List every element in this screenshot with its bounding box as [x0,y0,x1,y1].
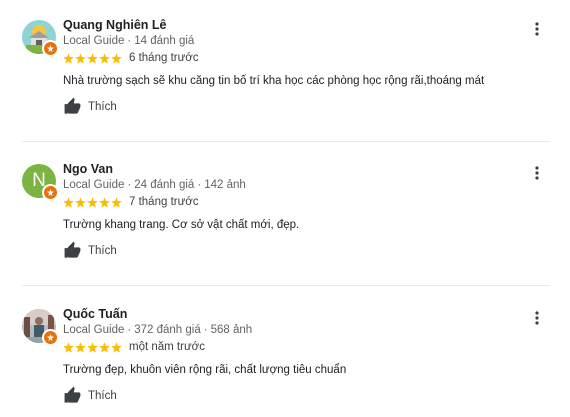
star-icon [75,196,86,208]
review-count: 372 đánh giá [134,324,201,336]
reviewer-meta: Local Guide · 14 đánh giá [63,35,195,47]
like-button[interactable]: Thích [63,97,117,116]
reviewer-name[interactable]: Ngo Van [63,162,113,176]
photo-count: 568 ảnh [210,324,253,336]
review-time: 7 tháng trước [129,196,199,208]
star-icon [87,52,98,64]
star-icon [111,341,122,353]
star-icon [87,341,98,353]
review-time: một năm trước [129,341,205,353]
star-rating [63,341,122,353]
review-text: Trường đẹp, khuôn viên rộng rãi, chất lư… [63,364,347,376]
review-text: Trường khang trang. Cơ sở vật chất mới, … [63,219,300,231]
star-icon [87,196,98,208]
star-icon [111,52,122,64]
thumbs-up-icon [64,97,81,114]
thumbs-up-icon [64,241,81,258]
rating-row: một năm trước [63,341,205,353]
like-label: Thích [88,389,117,402]
reviewer-meta: Local Guide · 372 đánh giá · 568 ảnh [63,324,253,336]
like-button[interactable]: Thích [63,241,117,260]
reviewer-name[interactable]: Quốc Tuấn [63,307,127,321]
review-text: Nhà trường sạch sẽ khu căng tin bố trí k… [63,75,485,87]
rating-row: 7 tháng trước [63,196,199,208]
more-options-icon[interactable] [528,164,546,182]
star-icon [99,52,110,64]
rating-row: 6 tháng trước [63,52,199,64]
star-icon [111,196,122,208]
local-guide-label: Local Guide [63,179,125,191]
thumbs-up-icon [64,386,81,403]
star-icon [99,196,110,208]
local-guide-label: Local Guide [63,35,125,47]
avatar[interactable] [22,309,59,346]
like-button[interactable]: Thích [63,386,117,405]
like-label: Thích [88,100,117,113]
star-icon [75,341,86,353]
avatar[interactable] [22,20,59,57]
review-time: 6 tháng trước [129,52,199,64]
reviewer-meta: Local Guide · 24 đánh giá · 142 ảnh [63,179,246,191]
local-guide-badge-icon [42,329,59,346]
reviewer-name[interactable]: Quang Nghiên Lê [63,18,166,32]
divider [22,285,550,286]
star-icon [63,196,74,208]
star-icon [63,341,74,353]
star-icon [99,341,110,353]
photo-count: 142 ảnh [204,179,246,191]
star-icon [75,52,86,64]
local-guide-badge-icon [42,40,59,57]
review-count: 24 đánh giá [134,179,195,191]
like-label: Thích [88,244,117,257]
more-options-icon[interactable] [528,20,546,38]
local-guide-label: Local Guide [63,324,125,336]
avatar[interactable]: N [22,164,59,201]
star-rating [63,52,122,64]
star-icon [63,52,74,64]
more-options-icon[interactable] [528,309,546,327]
divider [22,141,550,142]
local-guide-badge-icon [42,184,59,201]
review-count: 14 đánh giá [134,35,195,47]
star-rating [63,196,122,208]
